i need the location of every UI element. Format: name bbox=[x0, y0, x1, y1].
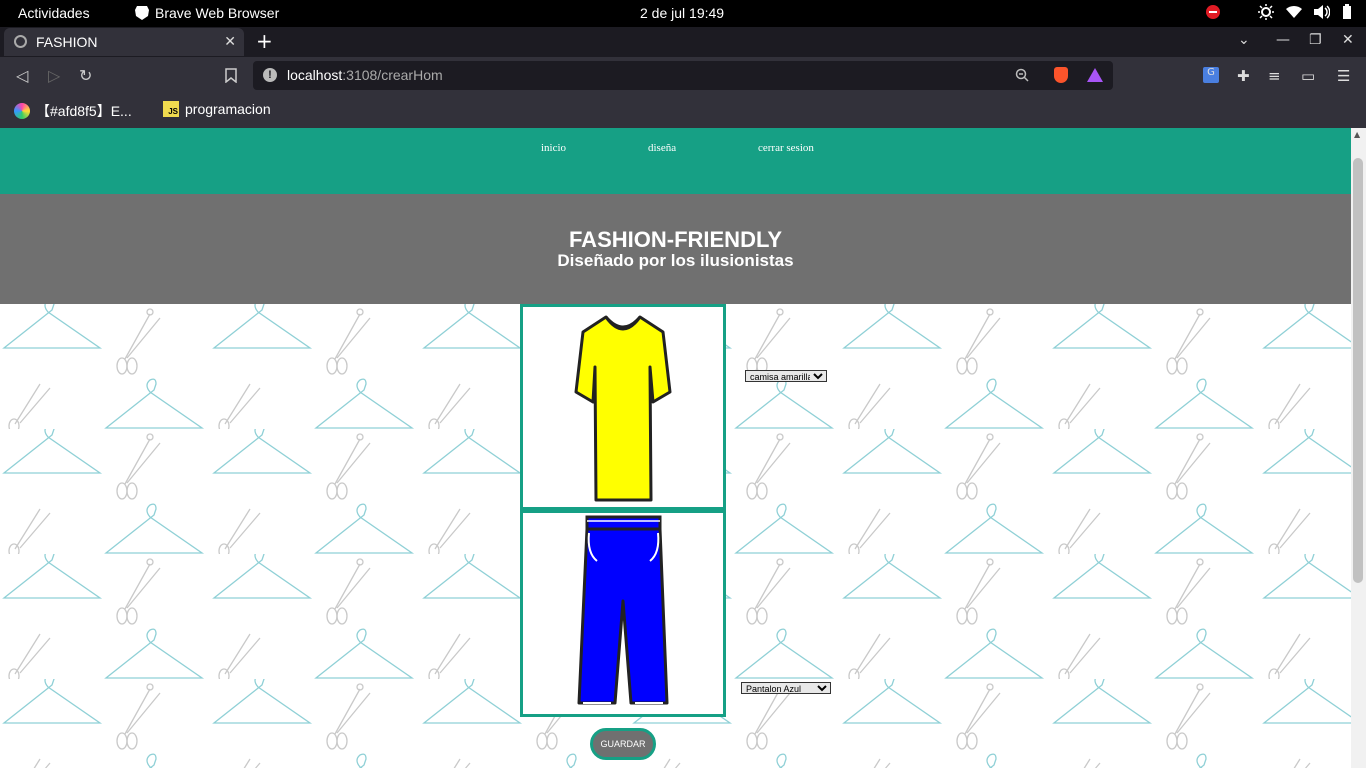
bookmark-icon[interactable] bbox=[225, 68, 237, 83]
page-scrollbar[interactable]: ▲ bbox=[1351, 128, 1366, 768]
reload-icon[interactable]: ↻ bbox=[79, 66, 92, 85]
zoom-icon[interactable] bbox=[1015, 68, 1029, 82]
pants-preview bbox=[520, 510, 726, 717]
toolbar: ◁ ▷ ↻ ! localhost:3108/crearHom G ✚ ≡ ▭ … bbox=[0, 57, 1366, 95]
nav-cerrar-sesion[interactable]: cerrar sesion bbox=[758, 142, 814, 154]
scroll-up-icon[interactable]: ▲ bbox=[1354, 130, 1360, 139]
site-navbar: inicio diseña cerrar sesion bbox=[0, 128, 1351, 194]
shirt-select[interactable]: camisa amarilla bbox=[745, 370, 827, 382]
app-name: Brave Web Browser bbox=[155, 5, 280, 21]
bookmarks-bar: 【#afd8f5】E... JS programacion bbox=[0, 95, 1366, 128]
brave-icon bbox=[135, 6, 149, 20]
new-tab-button[interactable]: + bbox=[256, 29, 273, 53]
site-info-icon[interactable]: ! bbox=[263, 68, 277, 82]
bookmark-label: programacion bbox=[185, 101, 271, 117]
blue-pants-image bbox=[577, 515, 669, 705]
minimize-icon[interactable]: — bbox=[1276, 32, 1290, 48]
nav-disena[interactable]: diseña bbox=[648, 142, 676, 154]
bookmark-color-palette[interactable]: 【#afd8f5】E... bbox=[14, 101, 132, 121]
site-title: FASHION-FRIENDLY bbox=[568, 227, 783, 252]
nav-inicio[interactable]: inicio bbox=[541, 142, 566, 154]
web-page: inicio diseña cerrar sesion FASHION-FRIE… bbox=[0, 128, 1351, 768]
tab-list-chevron-icon[interactable]: ⌄ bbox=[1238, 32, 1250, 48]
clock[interactable]: 2 de jul 19:49 bbox=[640, 5, 724, 21]
app-menu[interactable]: Brave Web Browser bbox=[135, 5, 279, 21]
wifi-icon bbox=[1286, 5, 1302, 19]
tab-strip: FASHION ✕ + ⌄ — ❐ ✕ bbox=[0, 27, 1366, 57]
volume-icon bbox=[1314, 5, 1330, 19]
brave-rewards-icon[interactable] bbox=[1087, 68, 1103, 82]
battery-icon bbox=[1343, 4, 1351, 19]
shirt-preview bbox=[520, 304, 726, 510]
tab-title: FASHION bbox=[36, 34, 98, 50]
maximize-icon[interactable]: ❐ bbox=[1309, 32, 1322, 48]
guardar-button[interactable]: GUARDAR bbox=[590, 728, 656, 760]
scrollbar-thumb[interactable] bbox=[1353, 158, 1363, 583]
url-path: :3108/crearHom bbox=[342, 67, 443, 83]
close-tab-icon[interactable]: ✕ bbox=[224, 33, 236, 50]
bookmark-programacion[interactable]: JS programacion bbox=[163, 101, 271, 117]
close-window-icon[interactable]: ✕ bbox=[1342, 32, 1354, 48]
url-host: localhost bbox=[287, 67, 343, 83]
do-not-disturb-icon[interactable] bbox=[1206, 5, 1220, 19]
js-icon: JS bbox=[163, 101, 179, 117]
system-top-bar: Actividades Brave Web Browser 2 de jul 1… bbox=[0, 0, 1366, 27]
site-subtitle: Diseñado por los ilusionistas bbox=[557, 251, 794, 270]
bookmark-label: 【#afd8f5】E... bbox=[36, 103, 132, 119]
wallet-icon[interactable]: ▭ bbox=[1301, 67, 1315, 85]
forward-icon[interactable]: ▷ bbox=[48, 66, 60, 85]
brightness-icon bbox=[1258, 4, 1274, 20]
media-playlist-icon[interactable]: ≡ bbox=[1268, 67, 1281, 85]
system-tray[interactable] bbox=[1206, 4, 1352, 20]
back-icon[interactable]: ◁ bbox=[16, 66, 28, 85]
hero-banner: FASHION-FRIENDLY Diseñado por los ilusio… bbox=[0, 194, 1351, 304]
extensions-icon[interactable]: ✚ bbox=[1237, 67, 1250, 85]
menu-icon[interactable]: ☰ bbox=[1337, 67, 1350, 85]
pants-select[interactable]: Pantalon Azul bbox=[741, 682, 831, 694]
yellow-shirt-image bbox=[574, 315, 672, 502]
translate-icon[interactable]: G bbox=[1203, 67, 1219, 83]
address-bar[interactable]: ! localhost:3108/crearHom bbox=[253, 61, 1113, 90]
brave-shields-icon[interactable] bbox=[1054, 67, 1068, 83]
palette-icon bbox=[14, 103, 30, 119]
globe-icon bbox=[14, 35, 27, 48]
activities-button[interactable]: Actividades bbox=[18, 5, 90, 21]
tab-fashion[interactable]: FASHION ✕ bbox=[4, 28, 244, 56]
